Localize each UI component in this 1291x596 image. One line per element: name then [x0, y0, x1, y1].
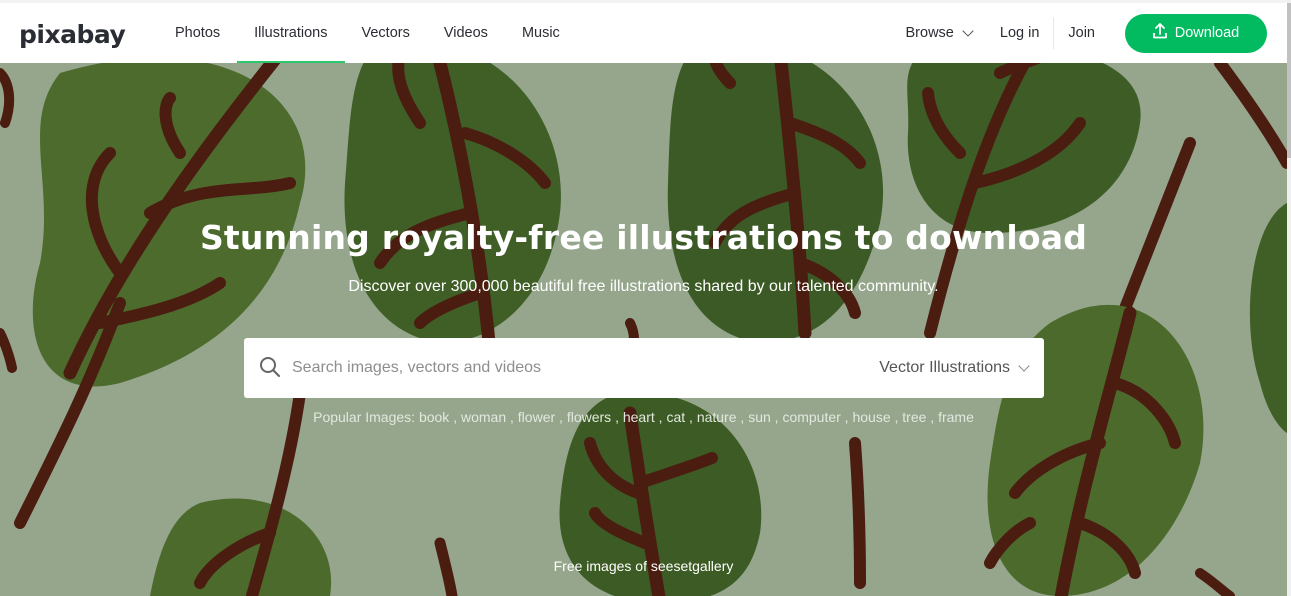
popular-tag[interactable]: cat [666, 409, 685, 425]
popular-tag[interactable]: sun [748, 409, 771, 425]
scrollbar-thumb[interactable] [1287, 3, 1291, 158]
nav-photos[interactable]: Photos [158, 3, 237, 63]
popular-label: Popular Images: [313, 409, 416, 425]
login-link[interactable]: Log in [986, 3, 1054, 63]
image-credit-link[interactable]: Free images of seesetgallery [0, 558, 1287, 574]
popular-tag[interactable]: nature [697, 409, 737, 425]
search-type-label: Vector Illustrations [879, 359, 1010, 376]
browse-label: Browse [905, 25, 954, 41]
popular-tag[interactable]: tree [902, 409, 926, 425]
top-header: pixabay Photos Illustrations Vectors Vid… [0, 0, 1287, 63]
chevron-down-icon [962, 24, 974, 37]
main-nav: Photos Illustrations Vectors Videos Musi… [158, 3, 577, 63]
download-label: Download [1174, 25, 1240, 41]
popular-tag[interactable]: woman [461, 409, 506, 425]
nav-music[interactable]: Music [505, 3, 577, 63]
chevron-down-icon [1018, 359, 1030, 372]
popular-tag[interactable]: computer [782, 409, 840, 425]
search-input[interactable] [292, 353, 812, 383]
search-type-dropdown[interactable]: Vector Illustrations [879, 338, 1030, 398]
search-icon[interactable] [259, 356, 281, 378]
popular-tag[interactable]: flowers [567, 409, 611, 425]
hero-banner: Stunning royalty-free illustrations to d… [0, 63, 1287, 596]
download-button[interactable]: Download [1125, 13, 1267, 53]
popular-tag[interactable]: house [852, 409, 890, 425]
popular-tag[interactable]: flower [518, 409, 555, 425]
pixabay-logo[interactable]: pixabay [19, 20, 126, 49]
nav-illustrations[interactable]: Illustrations [237, 3, 345, 63]
right-nav: Browse Log in Join Download [892, 3, 1267, 63]
popular-tag[interactable]: heart [623, 409, 655, 425]
leaf-pattern-background [0, 63, 1287, 596]
hero-title: Stunning royalty-free illustrations to d… [199, 218, 1088, 257]
nav-vectors[interactable]: Vectors [345, 3, 427, 63]
popular-tag[interactable]: book [419, 409, 449, 425]
popular-tag[interactable]: frame [938, 409, 974, 425]
browse-dropdown[interactable]: Browse [892, 3, 986, 63]
page-scrollbar[interactable] [1287, 0, 1291, 596]
search-bar: Vector Illustrations [244, 338, 1044, 398]
hero-subtitle: Discover over 300,000 beautiful free ill… [348, 278, 939, 295]
upload-icon [1152, 23, 1167, 39]
nav-videos[interactable]: Videos [427, 3, 505, 63]
popular-images: Popular Images: book , woman , flower , … [313, 409, 974, 425]
join-link[interactable]: Join [1054, 3, 1109, 63]
